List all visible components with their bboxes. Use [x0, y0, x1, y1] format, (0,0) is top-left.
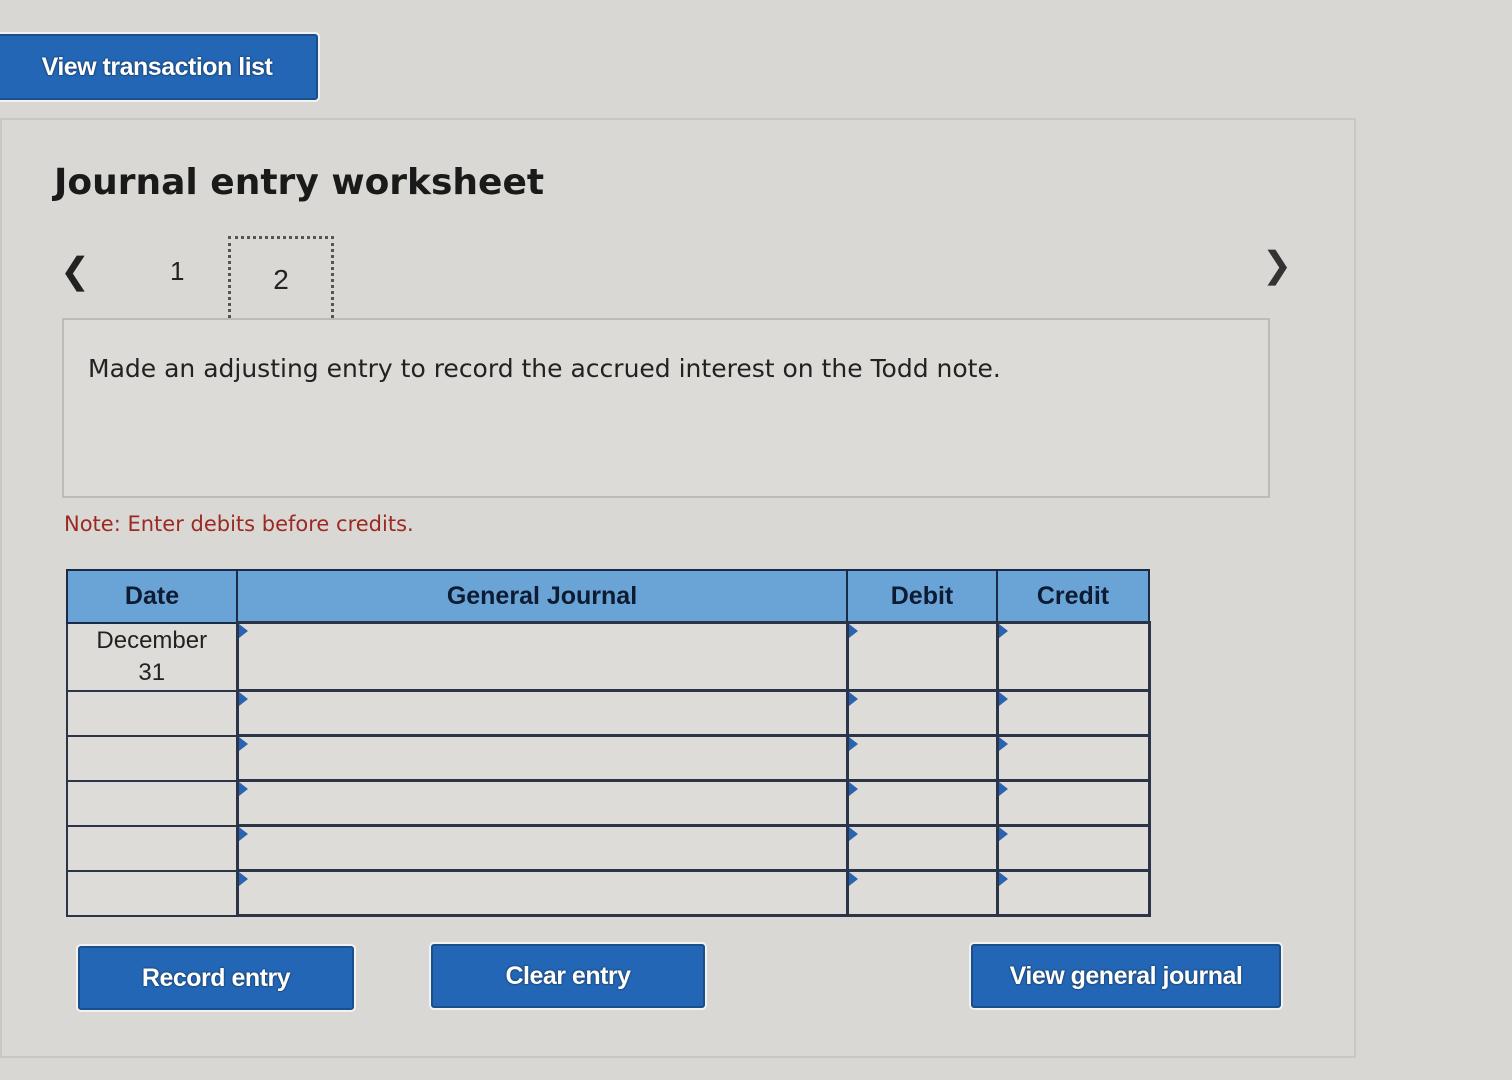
date-cell	[66, 734, 238, 782]
chevron-right-icon[interactable]: ❯	[1262, 244, 1292, 286]
page-tab-2[interactable]: 2	[228, 236, 334, 324]
header-general-journal: General Journal	[236, 569, 848, 624]
dropdown-marker-icon	[238, 872, 248, 886]
page-title: Journal entry worksheet	[54, 162, 545, 203]
chevron-left-icon[interactable]: ❮	[60, 250, 90, 292]
dropdown-marker-icon	[848, 692, 858, 706]
dropdown-marker-icon	[238, 782, 248, 796]
dropdown-marker-icon	[998, 692, 1008, 706]
dropdown-marker-icon	[848, 827, 858, 841]
account-input[interactable]	[235, 779, 849, 827]
date-cell	[66, 779, 238, 827]
debit-input[interactable]	[845, 689, 999, 737]
view-general-journal-button[interactable]: View general journal	[971, 944, 1281, 1008]
date-cell	[66, 869, 238, 917]
table-row	[66, 869, 1151, 917]
date-cell	[66, 689, 238, 737]
debit-input[interactable]	[845, 824, 999, 872]
dropdown-marker-icon	[848, 782, 858, 796]
dropdown-marker-icon	[238, 827, 248, 841]
header-date: Date	[66, 569, 238, 624]
header-credit: Credit	[996, 569, 1150, 624]
credit-input[interactable]	[995, 824, 1151, 872]
date-cell: December 31	[66, 621, 238, 692]
header-debit: Debit	[846, 569, 998, 624]
dropdown-marker-icon	[238, 692, 248, 706]
dropdown-marker-icon	[998, 737, 1008, 751]
account-input[interactable]	[235, 689, 849, 737]
date-cell	[66, 824, 238, 872]
credit-input[interactable]	[995, 689, 1151, 737]
credit-input[interactable]	[995, 621, 1151, 692]
description-text: Made an adjusting entry to record the ac…	[88, 354, 1001, 383]
table-row	[66, 779, 1151, 827]
account-input[interactable]	[235, 869, 849, 917]
debit-input[interactable]	[845, 869, 999, 917]
credit-input[interactable]	[995, 779, 1151, 827]
journal-table: Date General Journal Debit Credit Decemb…	[66, 569, 1151, 917]
debit-input[interactable]	[845, 779, 999, 827]
dropdown-marker-icon	[238, 624, 248, 638]
record-entry-button[interactable]: Record entry	[78, 946, 354, 1010]
dropdown-marker-icon	[238, 737, 248, 751]
clear-entry-button[interactable]: Clear entry	[431, 944, 705, 1008]
transaction-description: Made an adjusting entry to record the ac…	[62, 318, 1270, 498]
table-row	[66, 824, 1151, 872]
dropdown-marker-icon	[998, 782, 1008, 796]
table-row	[66, 734, 1151, 782]
dropdown-marker-icon	[848, 872, 858, 886]
account-input[interactable]	[235, 824, 849, 872]
dropdown-marker-icon	[998, 827, 1008, 841]
credit-input[interactable]	[995, 869, 1151, 917]
debit-input[interactable]	[845, 621, 999, 692]
dropdown-marker-icon	[998, 624, 1008, 638]
debit-input[interactable]	[845, 734, 999, 782]
credit-input[interactable]	[995, 734, 1151, 782]
view-transaction-list-button[interactable]: View transaction list	[0, 34, 318, 100]
account-input[interactable]	[235, 734, 849, 782]
table-row: December 31	[66, 621, 1151, 692]
dropdown-marker-icon	[848, 624, 858, 638]
dropdown-marker-icon	[848, 737, 858, 751]
note-text: Note: Enter debits before credits.	[64, 512, 414, 536]
table-row	[66, 689, 1151, 737]
page-tab-1[interactable]: 1	[170, 256, 184, 287]
account-input[interactable]	[235, 621, 849, 692]
dropdown-marker-icon	[998, 872, 1008, 886]
